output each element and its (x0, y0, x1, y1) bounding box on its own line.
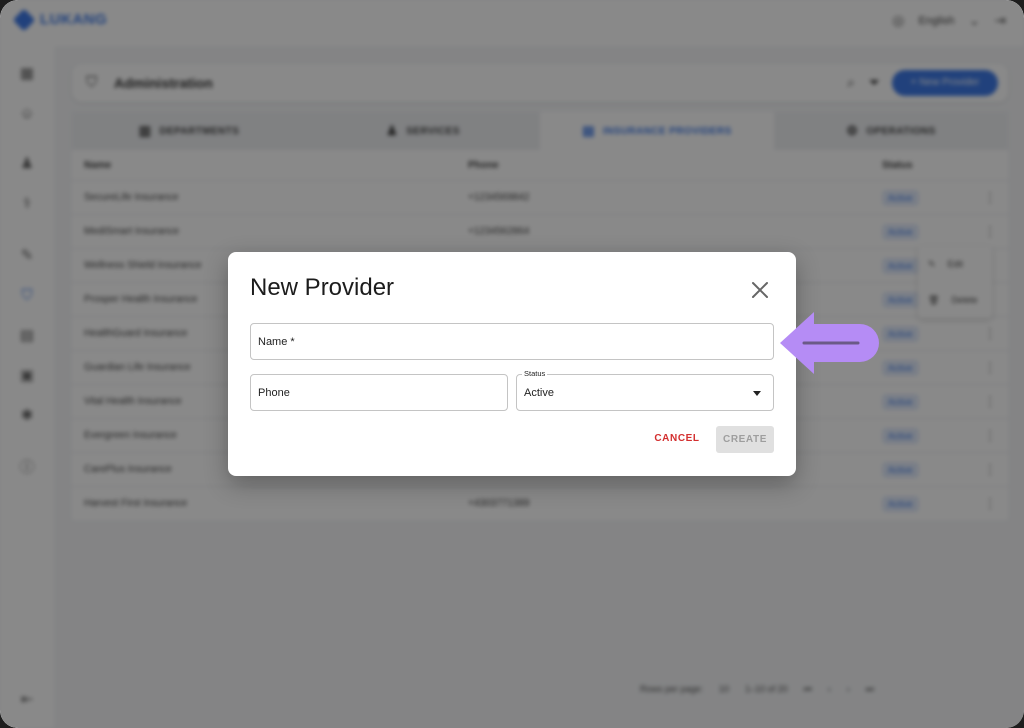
status-select-value: Active (524, 387, 554, 399)
cancel-button[interactable]: CANCEL (648, 428, 706, 450)
dialog-title: New Provider (250, 274, 395, 301)
pointer-arrow-icon (780, 312, 879, 374)
new-provider-dialog: New Provider Name * Phone Status Active … (228, 252, 796, 476)
close-button[interactable] (746, 276, 774, 304)
dropdown-arrow-icon (753, 391, 761, 396)
name-field[interactable]: Name * (250, 323, 774, 360)
status-select[interactable]: Status Active (516, 369, 774, 411)
phone-field[interactable]: Phone (250, 374, 508, 411)
status-select-label: Status (522, 369, 548, 378)
create-button[interactable]: CREATE (716, 426, 774, 453)
phone-field-label: Phone (258, 387, 290, 399)
name-field-label: Name * (258, 336, 295, 348)
close-icon (752, 282, 768, 298)
